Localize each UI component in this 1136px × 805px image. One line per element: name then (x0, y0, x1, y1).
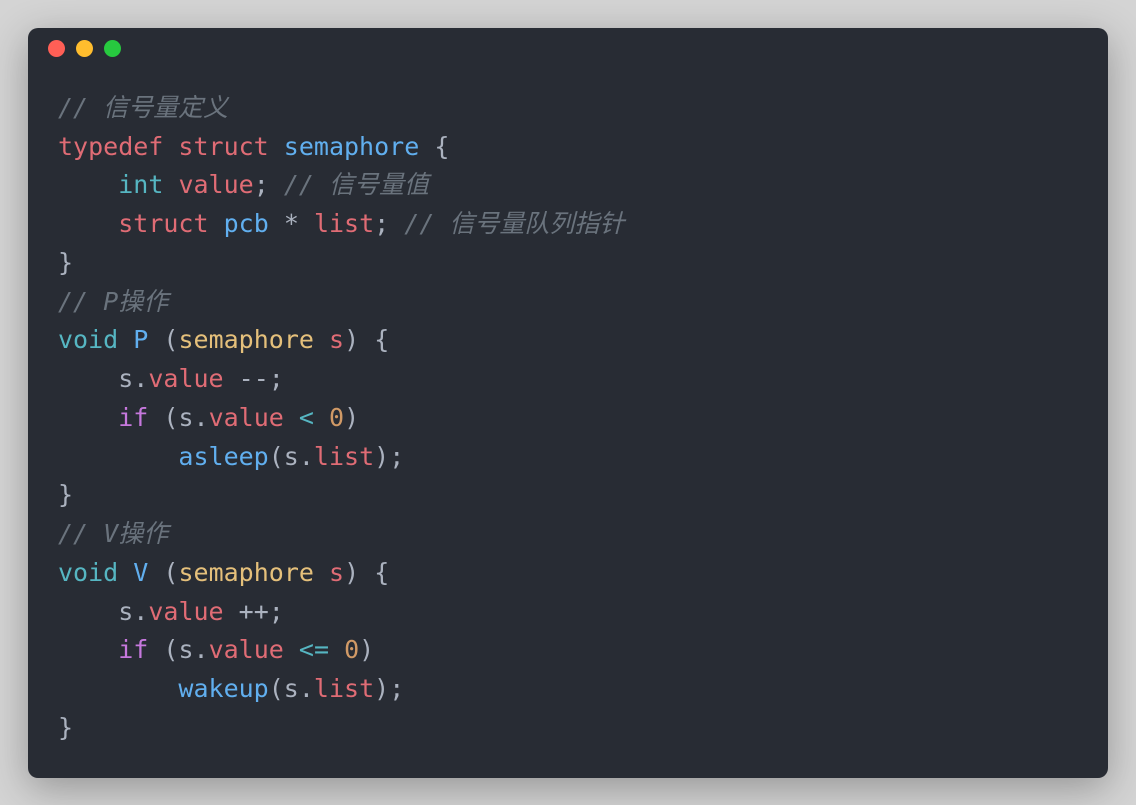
field-value: value (209, 635, 284, 664)
number-zero: 0 (344, 635, 359, 664)
number-zero: 0 (329, 403, 344, 432)
ident-s: s (284, 442, 299, 471)
comment-line: // 信号量值 (284, 170, 429, 199)
ident-s: s (118, 364, 133, 393)
paren: ) (344, 325, 359, 354)
dot: . (194, 403, 209, 432)
semicolon: ; (389, 674, 404, 703)
param-s: s (329, 325, 344, 354)
param-type: semaphore (178, 325, 313, 354)
keyword-if: if (118, 635, 148, 664)
param-type: semaphore (178, 558, 313, 587)
semicolon: ; (374, 209, 389, 238)
keyword-struct: struct (178, 132, 268, 161)
param-s: s (329, 558, 344, 587)
keyword-int: int (118, 170, 163, 199)
field-value: value (148, 597, 223, 626)
field-value: value (178, 170, 253, 199)
brace: } (58, 713, 73, 742)
code-content: // 信号量定义 typedef struct semaphore { int … (28, 69, 1108, 778)
ident-s: s (178, 635, 193, 664)
comment-line: // 信号量队列指针 (404, 209, 624, 238)
paren: ) (344, 403, 359, 432)
operator-incr: ++ (239, 597, 269, 626)
brace: } (58, 248, 73, 277)
keyword-void: void (58, 325, 118, 354)
field-list: list (314, 442, 374, 471)
function-asleep: asleep (178, 442, 268, 471)
ident-s: s (284, 674, 299, 703)
paren: ) (374, 674, 389, 703)
window-titlebar (28, 28, 1108, 69)
brace: { (434, 132, 449, 161)
code-window: // 信号量定义 typedef struct semaphore { int … (28, 28, 1108, 778)
comment-line: // 信号量定义 (58, 93, 228, 122)
ident-s: s (118, 597, 133, 626)
semicolon: ; (269, 597, 284, 626)
dot: . (133, 597, 148, 626)
function-wakeup: wakeup (178, 674, 268, 703)
operator-lt: < (299, 403, 314, 432)
semicolon: ; (269, 364, 284, 393)
dot: . (299, 674, 314, 703)
dot: . (133, 364, 148, 393)
keyword-void: void (58, 558, 118, 587)
field-list: list (314, 674, 374, 703)
paren: ( (163, 558, 178, 587)
paren: ( (269, 674, 284, 703)
paren: ( (163, 635, 178, 664)
paren: ) (344, 558, 359, 587)
field-list: list (314, 209, 374, 238)
typename-pcb: pcb (224, 209, 269, 238)
close-icon[interactable] (48, 40, 65, 57)
typename-semaphore: semaphore (284, 132, 419, 161)
function-v: V (133, 558, 148, 587)
operator-decr: -- (239, 364, 269, 393)
function-p: P (133, 325, 148, 354)
paren: ( (269, 442, 284, 471)
paren: ) (374, 442, 389, 471)
brace: { (374, 325, 389, 354)
ident-s: s (178, 403, 193, 432)
keyword-struct: struct (118, 209, 208, 238)
semicolon: ; (254, 170, 269, 199)
field-value: value (148, 364, 223, 393)
brace: { (374, 558, 389, 587)
brace: } (58, 480, 73, 509)
dot: . (194, 635, 209, 664)
field-value: value (209, 403, 284, 432)
dot: . (299, 442, 314, 471)
paren: ( (163, 325, 178, 354)
paren: ) (359, 635, 374, 664)
keyword-if: if (118, 403, 148, 432)
semicolon: ; (389, 442, 404, 471)
keyword-typedef: typedef (58, 132, 163, 161)
paren: ( (163, 403, 178, 432)
minimize-icon[interactable] (76, 40, 93, 57)
comment-line: // V操作 (58, 519, 168, 548)
maximize-icon[interactable] (104, 40, 121, 57)
comment-line: // P操作 (58, 287, 168, 316)
operator-star: * (284, 209, 299, 238)
operator-lte: <= (299, 635, 329, 664)
